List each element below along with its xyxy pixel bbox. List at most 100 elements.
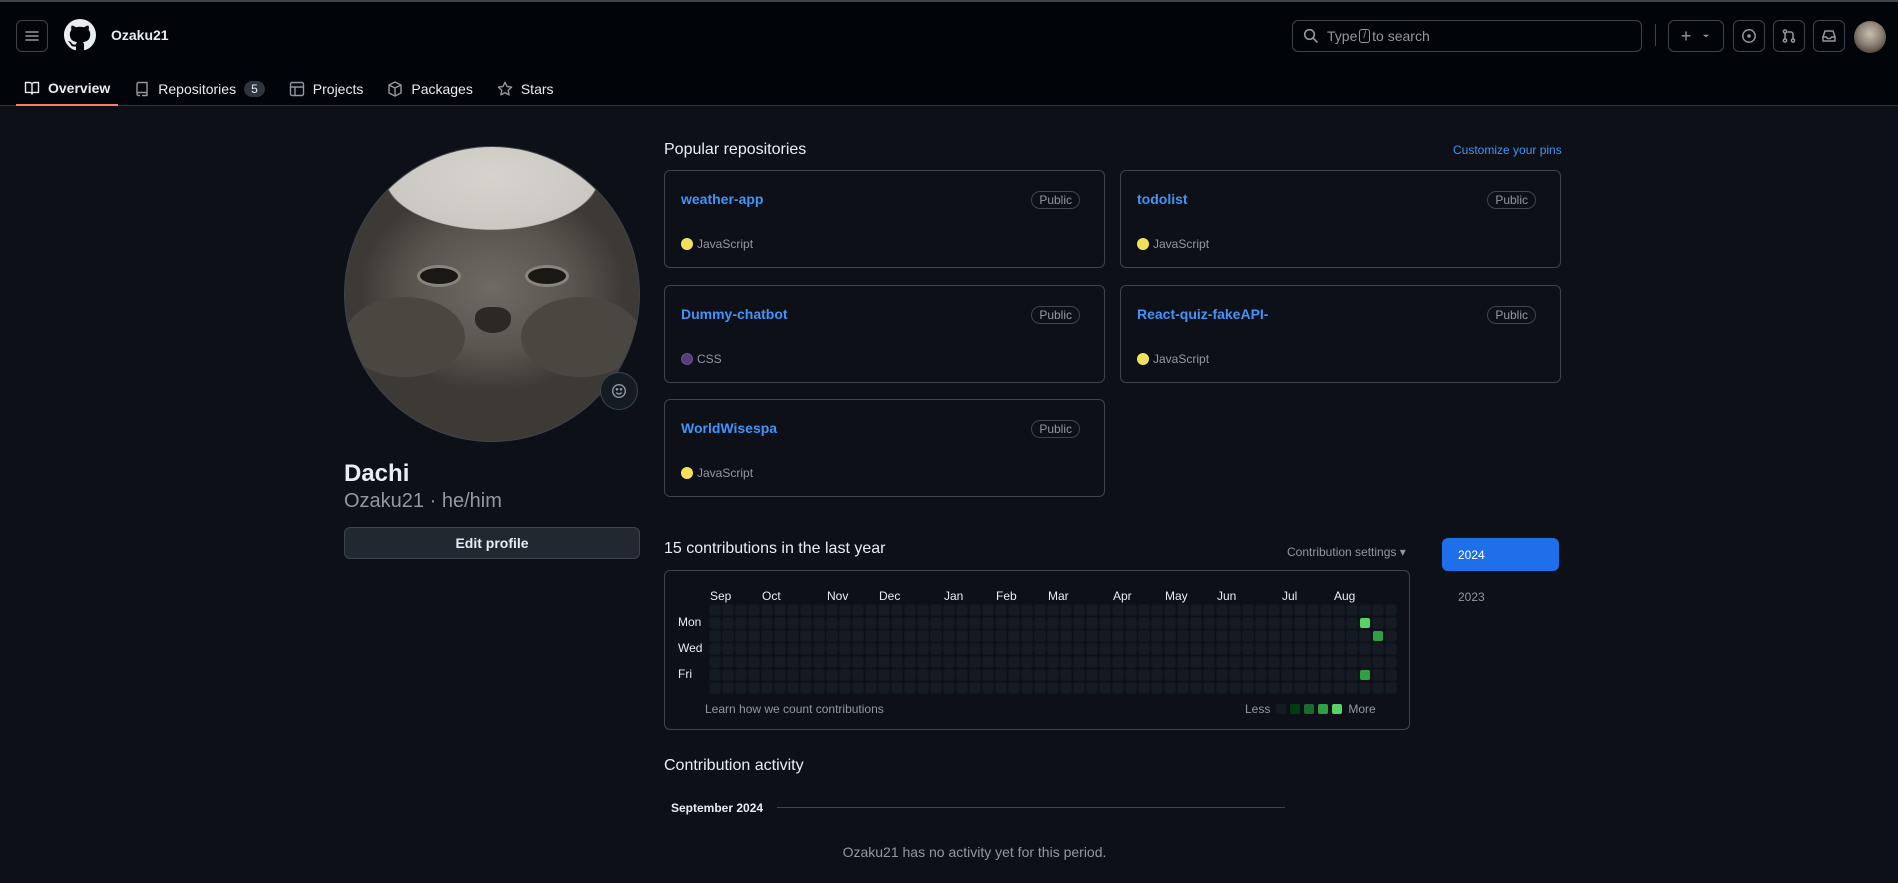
contribution-day-cell[interactable]	[1373, 644, 1383, 654]
contribution-day-cell[interactable]	[1204, 644, 1214, 654]
contribution-day-cell[interactable]	[1048, 618, 1058, 628]
contribution-day-cell[interactable]	[762, 670, 772, 680]
contribution-day-cell[interactable]	[1334, 605, 1344, 615]
contribution-day-cell[interactable]	[762, 657, 772, 667]
contribution-day-cell[interactable]	[892, 683, 902, 693]
contribution-day-cell[interactable]	[723, 644, 733, 654]
contribution-day-cell[interactable]	[970, 657, 980, 667]
context-username[interactable]: Ozaku21	[111, 27, 169, 43]
contribution-day-cell[interactable]	[944, 631, 954, 641]
contribution-day-cell[interactable]	[1191, 683, 1201, 693]
contribution-day-cell[interactable]	[710, 683, 720, 693]
contribution-day-cell[interactable]	[723, 657, 733, 667]
contribution-day-cell[interactable]	[1048, 631, 1058, 641]
contribution-day-cell[interactable]	[775, 644, 785, 654]
contribution-day-cell[interactable]	[1204, 631, 1214, 641]
pull-requests-button[interactable]	[1773, 20, 1805, 52]
contribution-day-cell[interactable]	[1048, 644, 1058, 654]
contribution-day-cell[interactable]	[1256, 618, 1266, 628]
contribution-day-cell[interactable]	[892, 631, 902, 641]
contribution-day-cell[interactable]	[1347, 618, 1357, 628]
contribution-day-cell[interactable]	[1035, 631, 1045, 641]
contribution-day-cell[interactable]	[1321, 605, 1331, 615]
contribution-day-cell[interactable]	[1308, 683, 1318, 693]
contribution-day-cell[interactable]	[918, 657, 928, 667]
contribution-day-cell[interactable]	[1321, 618, 1331, 628]
contribution-day-cell[interactable]	[1243, 670, 1253, 680]
contribution-day-cell[interactable]	[1139, 657, 1149, 667]
contribution-day-cell[interactable]	[1152, 683, 1162, 693]
contribution-day-cell[interactable]	[1178, 644, 1188, 654]
contribution-day-cell[interactable]	[1100, 631, 1110, 641]
contribution-day-cell[interactable]	[1230, 618, 1240, 628]
contribution-day-cell[interactable]	[892, 605, 902, 615]
contribution-day-cell[interactable]	[1087, 657, 1097, 667]
contribution-day-cell[interactable]	[970, 644, 980, 654]
contribution-day-cell[interactable]	[1022, 683, 1032, 693]
contribution-day-cell[interactable]	[918, 631, 928, 641]
contribution-day-cell[interactable]	[1035, 657, 1045, 667]
contribution-day-cell[interactable]	[1217, 644, 1227, 654]
contribution-day-cell[interactable]	[801, 670, 811, 680]
contribution-day-cell[interactable]	[788, 605, 798, 615]
contribution-day-cell[interactable]	[801, 683, 811, 693]
contribution-day-cell[interactable]	[853, 605, 863, 615]
contribution-day-cell[interactable]	[1152, 605, 1162, 615]
contribution-day-cell[interactable]	[1347, 683, 1357, 693]
contribution-day-cell[interactable]	[1022, 657, 1032, 667]
contribution-day-cell[interactable]	[736, 631, 746, 641]
contribution-day-cell[interactable]	[827, 670, 837, 680]
contribution-day-cell[interactable]	[866, 670, 876, 680]
contribution-day-cell[interactable]	[983, 670, 993, 680]
contribution-day-cell[interactable]	[1139, 644, 1149, 654]
contribution-day-cell[interactable]	[827, 657, 837, 667]
contribution-day-cell[interactable]	[1347, 657, 1357, 667]
contribution-day-cell[interactable]	[1217, 631, 1227, 641]
contribution-day-cell[interactable]	[931, 657, 941, 667]
contribution-day-cell[interactable]	[710, 618, 720, 628]
contribution-day-cell[interactable]	[710, 631, 720, 641]
contribution-day-cell[interactable]	[1373, 657, 1383, 667]
contribution-day-cell[interactable]	[1230, 605, 1240, 615]
contribution-day-cell[interactable]	[1022, 670, 1032, 680]
contribution-day-cell[interactable]	[970, 631, 980, 641]
contribution-day-cell[interactable]	[1113, 631, 1123, 641]
contribution-day-cell[interactable]	[1295, 644, 1305, 654]
contribution-day-cell[interactable]	[1165, 670, 1175, 680]
contribution-day-cell[interactable]	[1191, 670, 1201, 680]
contribution-day-cell[interactable]	[1204, 670, 1214, 680]
contribution-day-cell[interactable]	[905, 644, 915, 654]
contribution-day-cell[interactable]	[944, 670, 954, 680]
contribution-day-cell[interactable]	[1048, 605, 1058, 615]
contribution-day-cell[interactable]	[840, 683, 850, 693]
contribution-day-cell[interactable]	[931, 605, 941, 615]
contribution-day-cell[interactable]	[1191, 644, 1201, 654]
contribution-day-cell[interactable]	[1386, 657, 1396, 667]
contribution-day-cell[interactable]	[1061, 644, 1071, 654]
contribution-day-cell[interactable]	[1295, 683, 1305, 693]
contribution-day-cell[interactable]	[853, 657, 863, 667]
contribution-day-cell[interactable]	[762, 618, 772, 628]
contribution-day-cell[interactable]	[1295, 605, 1305, 615]
contribution-day-cell[interactable]	[1165, 618, 1175, 628]
contribution-day-cell[interactable]	[1308, 670, 1318, 680]
contribution-day-cell[interactable]	[892, 644, 902, 654]
contribution-day-cell[interactable]	[905, 618, 915, 628]
contribution-day-cell[interactable]	[1100, 670, 1110, 680]
contribution-day-cell[interactable]	[1152, 657, 1162, 667]
contribution-day-cell[interactable]	[814, 657, 824, 667]
contribution-day-cell[interactable]	[1321, 631, 1331, 641]
contribution-day-cell[interactable]	[1139, 683, 1149, 693]
contribution-day-cell[interactable]	[1165, 657, 1175, 667]
contribution-day-cell[interactable]	[957, 683, 967, 693]
contribution-day-cell[interactable]	[827, 631, 837, 641]
contribution-day-cell[interactable]	[840, 605, 850, 615]
contribution-day-cell[interactable]	[1191, 631, 1201, 641]
contribution-day-cell[interactable]	[788, 657, 798, 667]
contribution-day-cell[interactable]	[736, 683, 746, 693]
contribution-day-cell[interactable]	[801, 618, 811, 628]
contribution-day-cell[interactable]	[827, 605, 837, 615]
contribution-day-cell[interactable]	[1360, 670, 1370, 680]
contribution-day-cell[interactable]	[1386, 618, 1396, 628]
contribution-day-cell[interactable]	[749, 618, 759, 628]
